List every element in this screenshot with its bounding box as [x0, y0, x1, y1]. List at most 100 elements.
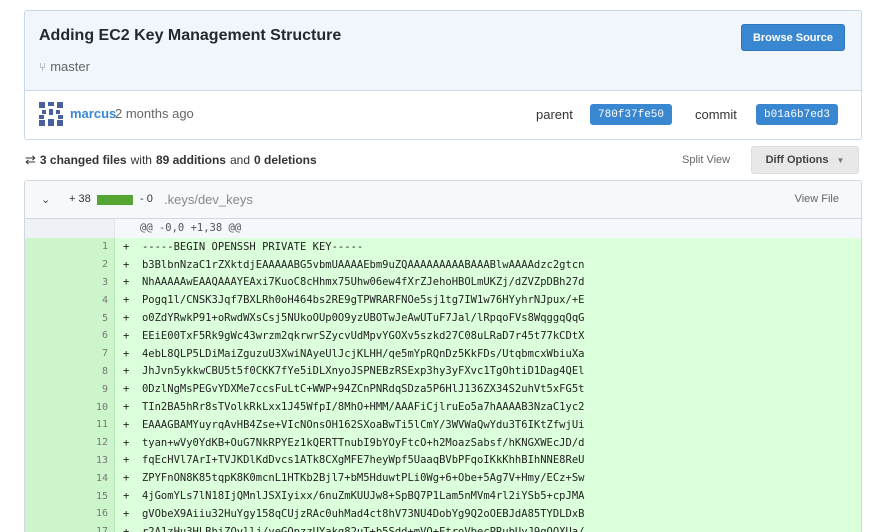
new-line-number[interactable]: 8	[70, 362, 115, 381]
line-content: + 4ebL8QLP5LDiMaiZguzuU3XwiNAyeUlJcjKLHH…	[123, 347, 585, 360]
sync-icon: ⇄	[25, 152, 36, 167]
new-line-number[interactable]: 7	[70, 344, 115, 363]
old-line-number[interactable]	[25, 522, 70, 532]
additions-count: 89 additions	[155, 153, 226, 167]
diff-line: 14 + ZPYFnON8K85tqpK8K0mcnL1HTKb2Bjl7+bM5…	[25, 469, 861, 488]
line-content: + NhAAAAAwEAAQAAAYEAxi7KuoC8cHhmx75Uhw06…	[123, 276, 585, 289]
diff-line: 16 + gVObeX9Aiiu32HuYgy158qCUjzRAc0uhMad4…	[25, 504, 861, 523]
hunk-text: @@ -0,0 +1,38 @@	[140, 222, 242, 234]
branch-label: ⑂ master	[39, 59, 90, 74]
line-content: + fqEcHVl7ArI+TVJKDlKdDvcs1ATk8CXgMFE7he…	[123, 454, 585, 467]
old-line-number[interactable]	[25, 433, 70, 452]
old-line-number[interactable]	[25, 380, 70, 399]
avatar[interactable]	[38, 101, 64, 127]
new-line-number[interactable]: 13	[70, 451, 115, 470]
new-line-number[interactable]: 10	[70, 398, 115, 416]
new-line-number[interactable]: 5	[70, 309, 115, 327]
diff-line: 17 + r2A1zHu3HLBhiZOvllj/veGOpzzUYakq82uT…	[25, 522, 861, 532]
commit-meta: marcus 2 months ago parent 780f37fe50 co…	[24, 90, 862, 140]
line-content: + 0DzlNgMsPEGvYDXMe7ccsFuLtC+WWP+94ZCnPN…	[123, 383, 585, 396]
old-line-number[interactable]	[25, 469, 70, 488]
file-deletions: - 0	[140, 193, 153, 205]
commit-sha-link[interactable]: b01a6b7ed3	[756, 104, 839, 125]
parent-sha-link[interactable]: 780f37fe50	[590, 104, 673, 125]
new-line-number[interactable]: 17	[70, 522, 115, 532]
hunk-gutter	[25, 219, 115, 238]
diff-lines: 1 + -----BEGIN OPENSSH PRIVATE KEY----- 2 +…	[25, 238, 861, 532]
old-line-number[interactable]	[25, 309, 70, 327]
new-line-number[interactable]: 16	[70, 504, 115, 523]
new-line-number[interactable]: 4	[70, 291, 115, 310]
diff-options-button[interactable]: Diff Options ▼	[751, 146, 859, 174]
new-line-number[interactable]: 6	[70, 326, 115, 345]
diff-line: 9 + 0DzlNgMsPEGvYDXMe7ccsFuLtC+WWP+94ZCnP…	[25, 380, 861, 399]
split-view-button[interactable]: Split View	[682, 154, 730, 166]
old-line-number[interactable]	[25, 398, 70, 416]
commit-label: commit	[695, 107, 737, 122]
line-content: + tyan+wVy0YdKB+OuG7NkRPYEz1kQERTTnubI9b…	[123, 436, 585, 449]
diff-line: 6 + EEiE00TxF5Rk9gWc43wrzm2qkrwrSZycvUdMp…	[25, 326, 861, 345]
old-line-number[interactable]	[25, 326, 70, 345]
branch-icon: ⑂	[39, 59, 47, 74]
old-line-number[interactable]	[25, 415, 70, 434]
line-content: + Pogq1l/CNSK3Jqf7BXLRh0oH464bs2RE9gTPWR…	[123, 294, 585, 307]
new-line-number[interactable]: 14	[70, 469, 115, 488]
line-content: + EAAAGBAMYuyrqAvHB4Zse+VIcNOnsOH162SXoa…	[123, 418, 585, 431]
line-content: + b3BlbnNzaC1rZXktdjEAAAAABG5vbmUAAAAEbm…	[123, 258, 585, 271]
line-content: + -----BEGIN OPENSSH PRIVATE KEY-----	[123, 240, 364, 253]
new-line-number[interactable]: 11	[70, 415, 115, 434]
diff-line: 10 + TIn2BA5hRr8sTVolkRkLxx1J45WfpI/8MhO+…	[25, 398, 861, 416]
caret-down-icon: ▼	[836, 155, 845, 165]
new-line-number[interactable]: 12	[70, 433, 115, 452]
new-line-number[interactable]: 1	[70, 238, 115, 256]
diff-line: 3 + NhAAAAAwEAAQAAAYEAxi7KuoC8cHhmx75Uhw0…	[25, 273, 861, 292]
diff-line: 5 + o0ZdYRwkP91+oRwdWXsCsj5NUkoOUp0O9yzUB…	[25, 309, 861, 327]
new-line-number[interactable]: 9	[70, 380, 115, 399]
branch-name: master	[50, 59, 90, 74]
old-line-number[interactable]	[25, 451, 70, 470]
hunk-header: @@ -0,0 +1,38 @@	[25, 219, 861, 238]
additions-bar	[97, 195, 133, 205]
new-line-number[interactable]: 3	[70, 273, 115, 292]
line-content: + JhJvn5ykkwCBU5t5f0CKK7fYe5iDLXnyoJSPNE…	[123, 365, 585, 378]
old-line-number[interactable]	[25, 504, 70, 523]
browse-source-button[interactable]: Browse Source	[741, 24, 845, 51]
summary-with: with	[130, 153, 152, 167]
file-header: ⌄ + 38 - 0 .keys/dev_keys View File	[25, 181, 861, 219]
old-line-number[interactable]	[25, 362, 70, 381]
view-file-button[interactable]: View File	[795, 193, 839, 205]
old-line-number[interactable]	[25, 291, 70, 310]
commit-time: 2 months ago	[115, 106, 194, 121]
new-line-number[interactable]: 2	[70, 255, 115, 274]
author-link[interactable]: marcus	[70, 106, 116, 121]
old-line-number[interactable]	[25, 487, 70, 505]
old-line-number[interactable]	[25, 344, 70, 363]
chevron-down-icon[interactable]: ⌄	[41, 193, 50, 206]
old-line-number[interactable]	[25, 255, 70, 274]
diff-line: 11 + EAAAGBAMYuyrqAvHB4Zse+VIcNOnsOH162SX…	[25, 415, 861, 434]
line-content: + ZPYFnON8K85tqpK8K0mcnL1HTKb2Bjl7+bM5Hd…	[123, 472, 585, 485]
deletions-count: 0 deletions	[254, 153, 317, 167]
diff-line: 15 + 4jGomYLs7lN18IjQMnlJSXIyixx/6nuZmKUU…	[25, 487, 861, 505]
new-line-number[interactable]: 15	[70, 487, 115, 505]
diff-line: 13 + fqEcHVl7ArI+TVJKDlKdDvcs1ATk8CXgMFE7…	[25, 451, 861, 470]
changed-files-count: 3 changed files	[39, 153, 127, 167]
line-content: + EEiE00TxF5Rk9gWc43wrzm2qkrwrSZycvUdMpv…	[123, 329, 585, 342]
file-path[interactable]: .keys/dev_keys	[164, 192, 253, 207]
file-additions: + 38	[69, 193, 91, 205]
line-content: + gVObeX9Aiiu32HuYgy158qCUjzRAc0uhMad4ct…	[123, 507, 585, 520]
diff-summary: ⇄ 3 changed files with 89 additions and …	[25, 152, 317, 168]
line-content: + TIn2BA5hRr8sTVolkRkLxx1J45WfpI/8MhO+HM…	[123, 401, 585, 414]
diff-line: 12 + tyan+wVy0YdKB+OuG7NkRPYEz1kQERTTnubI…	[25, 433, 861, 452]
line-content: + r2A1zHu3HLBhiZOvllj/veGOpzzUYakq82uT+b…	[123, 525, 585, 532]
diff-line: 1 + -----BEGIN OPENSSH PRIVATE KEY-----	[25, 238, 861, 256]
line-content: + o0ZdYRwkP91+oRwdWXsCsj5NUkoOUp0O9yzUBO…	[123, 312, 585, 325]
diff-line: 8 + JhJvn5ykkwCBU5t5f0CKK7fYe5iDLXnyoJSPN…	[25, 362, 861, 381]
diff-line: 4 + Pogq1l/CNSK3Jqf7BXLRh0oH464bs2RE9gTPW…	[25, 291, 861, 310]
line-content: + 4jGomYLs7lN18IjQMnlJSXIyixx/6nuZmKUUJw…	[123, 490, 585, 503]
diff-options-label: Diff Options	[765, 154, 829, 166]
old-line-number[interactable]	[25, 238, 70, 256]
file-diff: ⌄ + 38 - 0 .keys/dev_keys View File @@ -…	[24, 180, 862, 532]
old-line-number[interactable]	[25, 273, 70, 292]
summary-and: and	[229, 153, 250, 167]
